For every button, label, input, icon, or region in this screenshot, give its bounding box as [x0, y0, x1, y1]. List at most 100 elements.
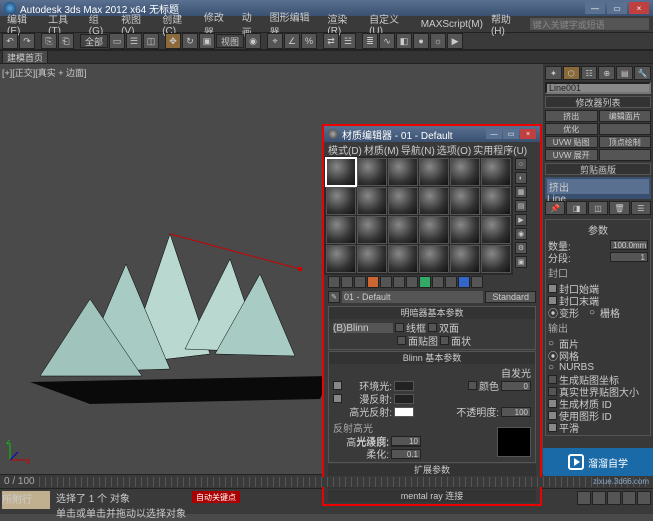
mod-btn-editpatch[interactable]: 编辑面片 [599, 110, 652, 122]
mirror-button[interactable]: ⇄ [323, 33, 339, 49]
snap-button[interactable]: ⌖ [267, 33, 283, 49]
wire-checkbox[interactable] [395, 323, 404, 332]
go-parent-button[interactable] [458, 276, 470, 288]
material-name-field[interactable]: 01 - Default [342, 291, 483, 303]
material-slot[interactable] [326, 245, 356, 273]
mod-btn-vertexpaint[interactable]: 顶点绘制 [599, 136, 652, 148]
object-name-field[interactable] [545, 82, 651, 94]
opacity-spinner[interactable]: 100 [501, 407, 531, 417]
help-search-input[interactable]: 键入关键字或短语 [530, 18, 649, 30]
diffuse-swatch[interactable] [394, 394, 414, 404]
material-slot[interactable] [357, 187, 387, 215]
mod-btn-8[interactable] [599, 149, 652, 161]
modifier-list-dropdown[interactable]: 修改器列表 [545, 96, 651, 108]
gen-map-coords-checkbox[interactable] [548, 375, 557, 384]
layers-button[interactable]: ≣ [362, 33, 378, 49]
ambient-swatch[interactable] [394, 381, 414, 391]
realworld-checkbox[interactable] [548, 387, 557, 396]
material-editor-button[interactable]: ● [413, 33, 429, 49]
make-preview-button[interactable]: ◉ [515, 228, 527, 240]
material-slot[interactable] [357, 216, 387, 244]
material-slot[interactable] [419, 216, 449, 244]
make-unique-button[interactable] [393, 276, 405, 288]
goto-start-button[interactable] [577, 491, 591, 505]
scale-button[interactable]: ▣ [199, 33, 215, 49]
modifier-stack[interactable]: 挤出 Line [545, 177, 651, 199]
background-button[interactable]: ▦ [515, 186, 527, 198]
show-end-button[interactable] [445, 276, 457, 288]
mod-btn-4[interactable] [599, 123, 652, 135]
sample-type-button[interactable]: ○ [515, 158, 527, 170]
me-maximize-button[interactable]: ▭ [503, 129, 519, 139]
align-button[interactable]: ☱ [340, 33, 356, 49]
me-menu-navigation[interactable]: 导航(N) [401, 142, 435, 157]
material-slot-1[interactable] [326, 158, 356, 186]
material-slot[interactable] [357, 158, 387, 186]
matid-channel-button[interactable] [419, 276, 431, 288]
shader-dropdown[interactable]: (B)Blinn [333, 323, 393, 333]
create-tab[interactable]: ✦ [545, 66, 562, 80]
material-slot[interactable] [450, 245, 480, 273]
utilities-tab[interactable]: 🔧 [634, 66, 651, 80]
render-button[interactable]: ▶ [447, 33, 463, 49]
put-to-library-button[interactable] [406, 276, 418, 288]
motion-tab[interactable]: ⊕ [598, 66, 615, 80]
percent-snap-button[interactable]: % [301, 33, 317, 49]
goto-end-button[interactable] [637, 491, 651, 505]
material-slot[interactable] [481, 216, 511, 244]
select-by-mat-button[interactable]: ▣ [515, 256, 527, 268]
material-slot[interactable] [326, 187, 356, 215]
modify-tab[interactable]: ⬡ [563, 66, 580, 80]
viewport-mesh[interactable] [30, 204, 330, 414]
reset-map-button[interactable] [367, 276, 379, 288]
material-slot[interactable] [357, 245, 387, 273]
self-illum-color-checkbox[interactable] [468, 381, 477, 390]
ref-coord-dropdown[interactable]: 视图 [216, 34, 244, 48]
material-slot[interactable] [419, 158, 449, 186]
glossiness-spinner[interactable]: 10 [391, 436, 421, 446]
timeline[interactable]: 0 / 100 [0, 474, 653, 488]
blinn-basic-header[interactable]: Blinn 基本参数 [329, 352, 535, 364]
sample-uv-button[interactable]: ▤ [515, 200, 527, 212]
me-menu-utilities[interactable]: 实用程序(U) [473, 142, 527, 157]
curve-editor-button[interactable]: ∿ [379, 33, 395, 49]
remove-mod-button[interactable]: 🗑 [609, 201, 629, 215]
soften-spinner[interactable]: 0.1 [391, 449, 421, 459]
display-tab[interactable]: ▤ [616, 66, 633, 80]
cap-end-checkbox[interactable] [548, 296, 557, 305]
self-illum-value[interactable]: 0 [501, 381, 531, 391]
make-unique-button[interactable]: ◫ [588, 201, 608, 215]
next-frame-button[interactable] [622, 491, 636, 505]
video-check-button[interactable]: ▶ [515, 214, 527, 226]
me-close-button[interactable]: × [520, 129, 536, 139]
stack-item-extrude[interactable]: 挤出 [547, 179, 649, 194]
configure-sets-button[interactable]: ☰ [631, 201, 651, 215]
menu-maxscript[interactable]: MAXScript(M) [418, 19, 486, 30]
menu-help[interactable]: 帮助(H) [488, 11, 528, 37]
select-region-button[interactable]: ◫ [143, 33, 159, 49]
link-button[interactable]: ⎘ [41, 33, 57, 49]
schematic-button[interactable]: ◧ [396, 33, 412, 49]
viewport-label[interactable]: [+][正交][真实 + 边面] [2, 66, 87, 79]
material-slot[interactable] [450, 187, 480, 215]
material-slot[interactable] [481, 158, 511, 186]
play-button[interactable] [607, 491, 621, 505]
gen-matids-checkbox[interactable] [548, 399, 557, 408]
material-slot[interactable] [419, 245, 449, 273]
hierarchy-tab[interactable]: ☷ [581, 66, 598, 80]
material-slot[interactable] [481, 245, 511, 273]
cap-start-checkbox[interactable] [548, 284, 557, 293]
face-map-checkbox[interactable] [397, 336, 406, 345]
segments-spinner[interactable]: 1 [610, 252, 648, 262]
viewport[interactable]: [+][正交][真实 + 边面] z x 材质编辑器 - 01 - Defaul… [0, 64, 543, 474]
render-setup-button[interactable]: ☼ [430, 33, 446, 49]
material-slot[interactable] [388, 158, 418, 186]
two-sided-checkbox[interactable] [428, 323, 437, 332]
me-menu-modes[interactable]: 模式(D) [328, 142, 362, 157]
ribbon-tab[interactable]: 建模首页 [2, 50, 48, 64]
rotate-button[interactable]: ↻ [182, 33, 198, 49]
material-slot[interactable] [388, 216, 418, 244]
parameters-header[interactable]: 参数 [548, 222, 648, 237]
mentalray-rollout-header[interactable]: mental ray 连接 [328, 490, 536, 502]
put-to-scene-button[interactable] [341, 276, 353, 288]
